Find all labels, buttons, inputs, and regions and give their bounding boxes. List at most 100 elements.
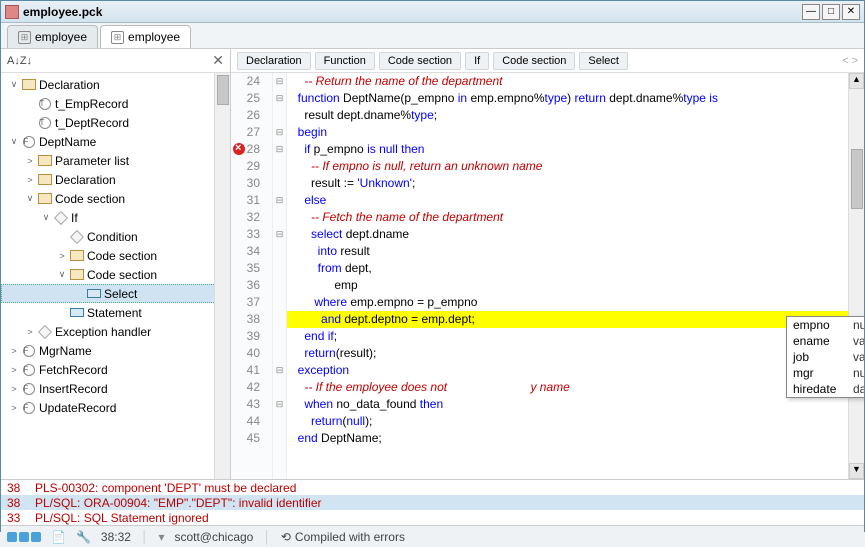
fold-icon[interactable] (273, 243, 286, 260)
code-line[interactable]: result dept.dname%type; (287, 107, 864, 124)
tree-twisty-icon[interactable]: ∨ (23, 193, 37, 204)
code-line[interactable]: function DeptName(p_empno in emp.empno%t… (287, 90, 864, 107)
tree-item[interactable]: >Code section (1, 246, 230, 265)
tree-item[interactable]: Select (1, 284, 230, 303)
code-line[interactable]: -- If empno is null, return an unknown n… (287, 158, 864, 175)
tree-item[interactable]: >FInsertRecord (1, 379, 230, 398)
tree-twisty-icon[interactable]: ∨ (39, 212, 53, 223)
line-number[interactable]: 33 (231, 226, 272, 243)
scroll-down-icon[interactable]: ▼ (849, 463, 864, 479)
tree-twisty-icon[interactable]: > (7, 365, 21, 375)
line-number[interactable]: 37 (231, 294, 272, 311)
code-line[interactable]: end DeptName; (287, 430, 864, 447)
error-row[interactable]: 38PLS-00302: component 'DEPT' must be de… (1, 480, 864, 495)
line-number[interactable]: 45 (231, 430, 272, 447)
fold-icon[interactable]: ⊟ (273, 73, 286, 90)
line-number[interactable]: 24 (231, 73, 272, 90)
error-row[interactable]: 33PL/SQL: SQL Statement ignored (1, 510, 864, 525)
code-line[interactable]: from dept, (287, 260, 864, 277)
fold-icon[interactable]: ⊟ (273, 90, 286, 107)
tree-scrollbar[interactable] (214, 73, 230, 479)
line-number[interactable]: 34 (231, 243, 272, 260)
tree-item[interactable]: ∨FDeptName (1, 132, 230, 151)
tree-twisty-icon[interactable]: > (23, 156, 37, 166)
tree-twisty-icon[interactable]: > (7, 403, 21, 413)
file-tab[interactable]: ⊞employee (7, 25, 98, 48)
fold-icon[interactable]: ⊟ (273, 124, 286, 141)
tree-item[interactable]: ∨If (1, 208, 230, 227)
fold-icon[interactable] (273, 430, 286, 447)
code-line[interactable]: result := 'Unknown'; (287, 175, 864, 192)
autocomplete-item[interactable]: jobvarchar2(9) (787, 349, 864, 365)
line-number[interactable]: 31 (231, 192, 272, 209)
breadcrumb-nav[interactable]: < > (842, 55, 858, 67)
fold-icon[interactable] (273, 209, 286, 226)
tree-item[interactable]: >FUpdateRecord (1, 398, 230, 417)
tree-twisty-icon[interactable]: > (23, 175, 37, 185)
breadcrumb-item[interactable]: Code section (493, 52, 575, 70)
fold-icon[interactable] (273, 277, 286, 294)
line-number[interactable]: 29 (231, 158, 272, 175)
close-button[interactable]: ✕ (842, 4, 860, 20)
tree-scrollbar-thumb[interactable] (217, 75, 229, 105)
line-number[interactable]: 43 (231, 396, 272, 413)
code-line[interactable]: -- If the employee does not y name (287, 379, 864, 396)
sort-icon[interactable]: A↓Z↓ (7, 55, 32, 67)
tree-item[interactable]: ∨Code section (1, 189, 230, 208)
scroll-up-icon[interactable]: ▲ (849, 73, 864, 89)
autocomplete-item[interactable]: enamevarchar2(10) (787, 333, 864, 349)
fold-icon[interactable] (273, 260, 286, 277)
error-list[interactable]: 38PLS-00302: component 'DEPT' must be de… (1, 479, 864, 525)
error-row[interactable]: 38PL/SQL: ORA-00904: "EMP"."DEPT": inval… (1, 495, 864, 510)
editor-scrollbar[interactable]: ▲ ▼ (848, 73, 864, 479)
tree-twisty-icon[interactable]: > (7, 346, 21, 356)
code-line[interactable]: and dept.deptno = emp.dept; (287, 311, 864, 328)
tree-item[interactable]: >Exception handler (1, 322, 230, 341)
minimize-button[interactable]: — (802, 4, 820, 20)
outline-tree[interactable]: ∨DeclarationTt_EmpRecordTt_DeptRecord∨FD… (1, 73, 230, 479)
tree-item[interactable]: ∨Code section (1, 265, 230, 284)
file-tab[interactable]: ⊞employee (100, 25, 191, 48)
line-number[interactable]: 28 (231, 141, 272, 158)
fold-icon[interactable] (273, 107, 286, 124)
tree-twisty-icon[interactable]: > (23, 327, 37, 337)
tree-item[interactable]: >Parameter list (1, 151, 230, 170)
tree-item[interactable]: Tt_EmpRecord (1, 94, 230, 113)
fold-icon[interactable] (273, 294, 286, 311)
line-number[interactable]: 38 (231, 311, 272, 328)
fold-icon[interactable]: ⊟ (273, 141, 286, 158)
tree-item[interactable]: Tt_DeptRecord (1, 113, 230, 132)
line-number[interactable]: 42 (231, 379, 272, 396)
breadcrumb-item[interactable]: Function (315, 52, 375, 70)
line-number[interactable]: 40 (231, 345, 272, 362)
tree-item[interactable]: >FMgrName (1, 341, 230, 360)
code-editor[interactable]: 2425262728293031323334353637383940414243… (231, 73, 864, 479)
line-number[interactable]: 36 (231, 277, 272, 294)
tree-item[interactable]: >FFetchRecord (1, 360, 230, 379)
close-panel-icon[interactable]: ✕ (212, 52, 224, 69)
line-number[interactable]: 25 (231, 90, 272, 107)
code-line[interactable]: begin (287, 124, 864, 141)
code-lines[interactable]: -- Return the name of the department fun… (287, 73, 864, 479)
fold-icon[interactable]: ⊟ (273, 362, 286, 379)
code-line[interactable]: -- Fetch the name of the department (287, 209, 864, 226)
autocomplete-popup[interactable]: empnonumber(4)enamevarchar2(10)jobvarcha… (786, 316, 864, 398)
breadcrumb-item[interactable]: Code section (379, 52, 461, 70)
fold-column[interactable]: ⊟⊟⊟⊟⊟⊟⊟⊟ (273, 73, 287, 479)
code-line[interactable]: into result (287, 243, 864, 260)
fold-icon[interactable] (273, 158, 286, 175)
code-line[interactable]: return(result); (287, 345, 864, 362)
line-number[interactable]: 39 (231, 328, 272, 345)
code-line[interactable]: exception (287, 362, 864, 379)
fold-icon[interactable]: ⊟ (273, 192, 286, 209)
tree-twisty-icon[interactable]: ∨ (7, 79, 21, 90)
tree-twisty-icon[interactable]: ∨ (7, 136, 21, 147)
fold-icon[interactable] (273, 328, 286, 345)
line-number[interactable]: 35 (231, 260, 272, 277)
line-number[interactable]: 44 (231, 413, 272, 430)
breadcrumb-item[interactable]: If (465, 52, 489, 70)
fold-icon[interactable] (273, 175, 286, 192)
autocomplete-item[interactable]: mgrnumber(4) (787, 365, 864, 381)
line-number[interactable]: 41 (231, 362, 272, 379)
line-gutter[interactable]: 2425262728293031323334353637383940414243… (231, 73, 273, 479)
